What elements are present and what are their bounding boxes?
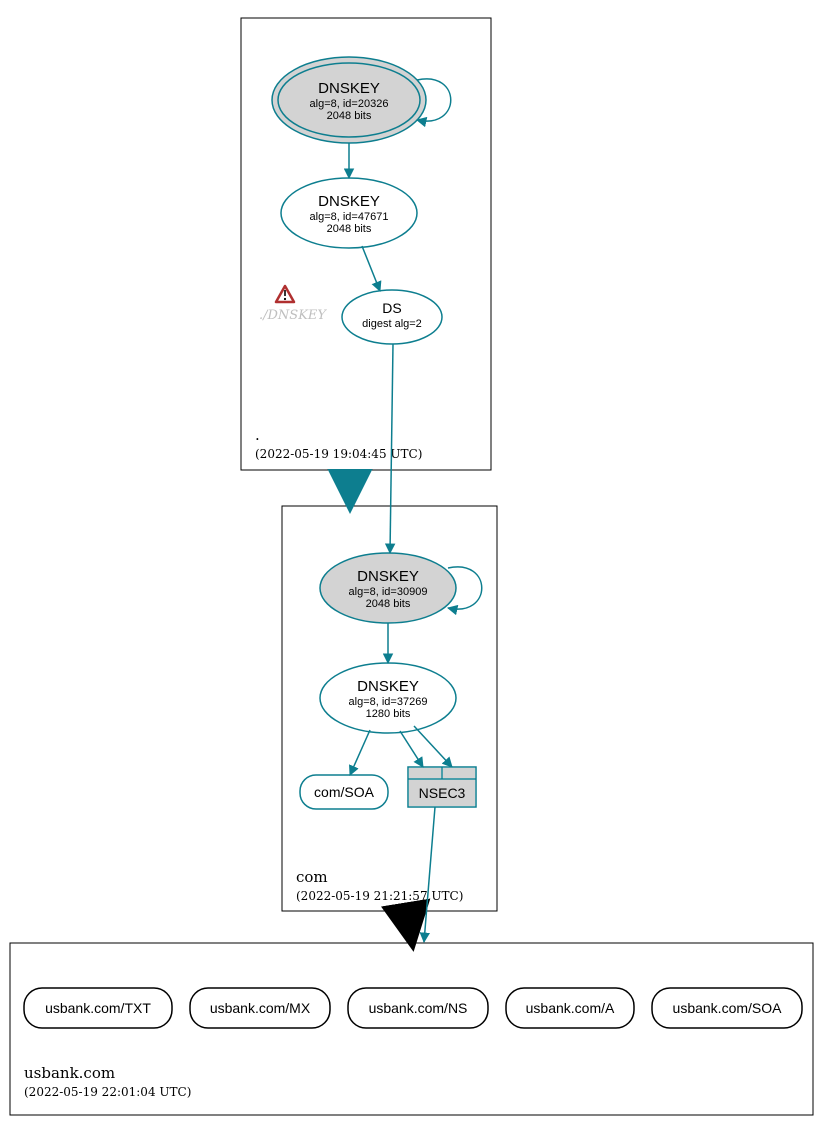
svg-text:alg=8, id=30909: alg=8, id=30909 [349,586,428,598]
node-root-ghost: ./DNSKEY [259,308,327,323]
node-com-ksk: DNSKEY alg=8, id=30909 2048 bits [320,553,482,623]
svg-text:DS: DS [382,300,401,316]
svg-text:NSEC3: NSEC3 [419,785,466,801]
node-usbank-a: usbank.com/A [506,988,634,1028]
edge-root-zsk-ds [362,246,380,291]
svg-text:2048 bits: 2048 bits [366,598,411,610]
node-usbank-ns: usbank.com/NS [348,988,488,1028]
edge-nsec3-usbank [424,807,435,942]
svg-text:usbank.com/NS: usbank.com/NS [369,1000,468,1016]
node-com-soa: com/SOA [300,775,388,809]
svg-text:2048 bits: 2048 bits [327,110,372,122]
node-usbank-txt: usbank.com/TXT [24,988,172,1028]
svg-text:1280 bits: 1280 bits [366,708,411,720]
warning-icon [276,286,294,302]
svg-text:alg=8, id=37269: alg=8, id=37269 [349,696,428,708]
zone-root-name: . [255,426,260,444]
node-root-ksk: DNSKEY alg=8, id=20326 2048 bits [272,57,451,143]
node-com-zsk: DNSKEY alg=8, id=37269 1280 bits [320,663,456,733]
zone-com-time: (2022-05-19 21:21:57 UTC) [296,889,463,903]
svg-text:alg=8, id=20326: alg=8, id=20326 [310,98,389,110]
svg-text:DNSKEY: DNSKEY [318,80,380,97]
node-root-ds: DS digest alg=2 [342,290,442,344]
svg-text:2048 bits: 2048 bits [327,223,372,235]
node-com-nsec3: NSEC3 [408,767,476,807]
zone-com-name: com [296,868,328,886]
zone-root-time: (2022-05-19 19:04:45 UTC) [255,447,422,461]
edge-com-to-usbank [407,911,412,942]
svg-text:com/SOA: com/SOA [314,784,375,800]
edge-comzsk-soa [350,730,370,775]
zone-usbank-name: usbank.com [24,1064,115,1082]
zone-usbank-time: (2022-05-19 22:01:04 UTC) [24,1085,191,1099]
svg-text:usbank.com/SOA: usbank.com/SOA [673,1000,783,1016]
svg-text:DNSKEY: DNSKEY [318,193,380,210]
svg-text:usbank.com/A: usbank.com/A [526,1000,615,1016]
node-root-zsk: DNSKEY alg=8, id=47671 2048 bits [281,178,417,248]
svg-text:usbank.com/TXT: usbank.com/TXT [45,1000,151,1016]
svg-text:usbank.com/MX: usbank.com/MX [210,1000,311,1016]
node-usbank-mx: usbank.com/MX [190,988,330,1028]
svg-text:DNSKEY: DNSKEY [357,678,419,695]
node-usbank-soa: usbank.com/SOA [652,988,802,1028]
edge-comzsk-nsec3a [400,731,423,767]
zone-usbank: usbank.com (2022-05-19 22:01:04 UTC) [10,943,813,1115]
svg-text:DNSKEY: DNSKEY [357,568,419,585]
svg-text:digest alg=2: digest alg=2 [362,318,422,330]
svg-text:alg=8, id=47671: alg=8, id=47671 [310,211,389,223]
